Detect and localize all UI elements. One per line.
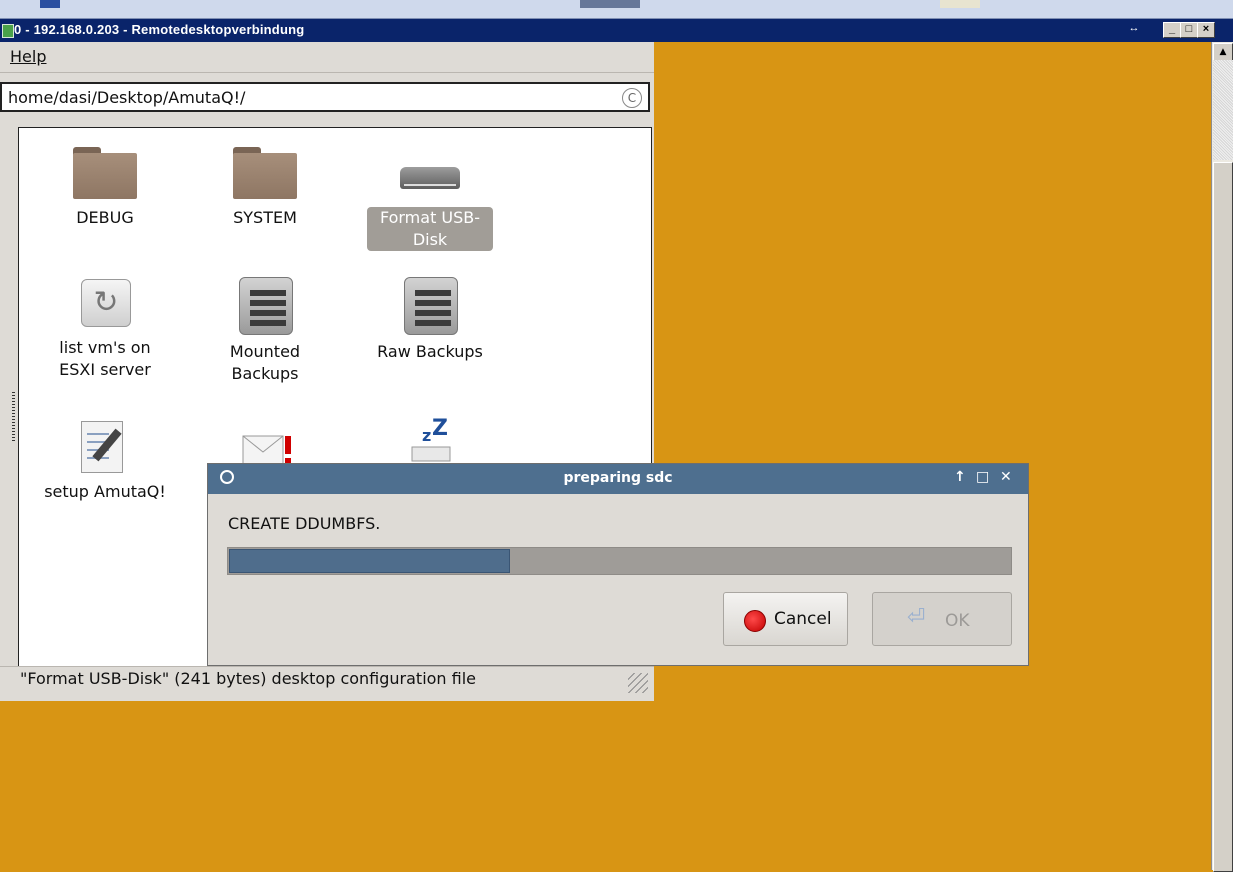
cancel-label: Cancel <box>774 609 832 629</box>
enter-arrow-icon: ⏎ <box>907 605 926 630</box>
address-input[interactable]: home/dasi/Desktop/AmutaQ!/ <box>8 88 245 107</box>
close-icon[interactable]: ✕ <box>1000 469 1012 485</box>
ok-label: OK <box>945 611 970 631</box>
server-icon <box>237 277 293 335</box>
rdp-window-title: 0 - 192.168.0.203 - Remotedesktopverbind… <box>14 22 305 37</box>
rdp-restore-icon[interactable]: ↔ <box>1125 22 1143 36</box>
rdp-maximize-button[interactable]: □ <box>1180 22 1198 38</box>
folder-icon <box>233 147 297 199</box>
resize-grip-icon[interactable] <box>628 673 648 693</box>
rdp-top-strip <box>0 0 1233 19</box>
mail-alert-icon <box>235 428 295 468</box>
file-item-sleep[interactable]: zZ <box>365 413 495 462</box>
dialog-title-bar[interactable]: preparing sdc ↑ □ ✕ <box>208 464 1028 494</box>
file-item-raw-backups[interactable]: Raw Backups <box>365 277 495 363</box>
file-label: SYSTEM <box>233 208 297 227</box>
file-label: Raw Backups <box>377 342 483 361</box>
menu-help[interactable]: Help <box>10 47 46 66</box>
scroll-up-icon[interactable]: ▲ <box>1213 43 1233 61</box>
rdp-vertical-scrollbar[interactable]: ▲ <box>1211 42 1233 872</box>
file-label: list vm's on ESXI server <box>59 338 151 379</box>
file-item-format-usb-disk[interactable]: Format USB-Disk <box>365 147 495 251</box>
status-text: "Format USB-Disk" (241 bytes) desktop co… <box>20 669 477 688</box>
ok-button[interactable]: ⏎ OK <box>872 592 1012 646</box>
progress-dialog: preparing sdc ↑ □ ✕ CREATE DDUMBFS. Canc… <box>207 463 1029 666</box>
file-item-debug[interactable]: DEBUG <box>40 147 170 229</box>
rdp-minimize-button[interactable]: _ <box>1163 22 1181 38</box>
menu-help-label: Help <box>10 47 47 66</box>
drive-icon <box>398 147 462 199</box>
file-item-list-vms[interactable]: ↻ list vm's on ESXI server <box>40 277 170 381</box>
file-item-mounted-backups[interactable]: Mounted Backups <box>200 277 330 385</box>
address-bar[interactable]: home/dasi/Desktop/AmutaQ!/ C <box>0 82 650 112</box>
maximize-icon[interactable]: □ <box>976 469 989 485</box>
svg-text:Z: Z <box>432 416 448 441</box>
scroll-thumb[interactable] <box>1213 162 1233 872</box>
file-label: Mounted Backups <box>229 342 301 383</box>
dialog-message: CREATE DDUMBFS. <box>228 514 381 533</box>
file-label-selected: Format USB-Disk <box>367 207 493 251</box>
file-label: DEBUG <box>76 208 134 227</box>
progress-bar <box>227 547 1012 575</box>
dialog-title: preparing sdc <box>563 470 673 486</box>
folder-icon <box>73 147 137 199</box>
sleep-icon: zZ <box>400 413 460 462</box>
svg-text:z: z <box>422 426 431 445</box>
keep-above-icon[interactable]: ↑ <box>954 469 966 485</box>
progress-fill <box>229 549 510 573</box>
file-item-system[interactable]: SYSTEM <box>200 147 330 229</box>
menu-bar: Help <box>0 42 654 73</box>
rdp-close-button[interactable]: × <box>1197 22 1215 38</box>
file-label: setup AmutaQ! <box>44 482 166 501</box>
rdp-app-icon <box>2 24 14 38</box>
status-bar: "Format USB-Disk" (241 bytes) desktop co… <box>0 666 654 701</box>
scroll-track[interactable] <box>1213 60 1233 160</box>
file-item-setup-amutaq[interactable]: setup AmutaQ! <box>40 417 170 503</box>
pane-resize-handle[interactable] <box>12 392 15 442</box>
refresh-icon: ↻ <box>77 277 133 329</box>
server-icon <box>402 277 458 335</box>
stop-icon <box>744 610 766 632</box>
notes-icon <box>77 417 133 473</box>
cancel-button[interactable]: Cancel <box>723 592 848 646</box>
reload-icon[interactable]: C <box>622 88 642 108</box>
